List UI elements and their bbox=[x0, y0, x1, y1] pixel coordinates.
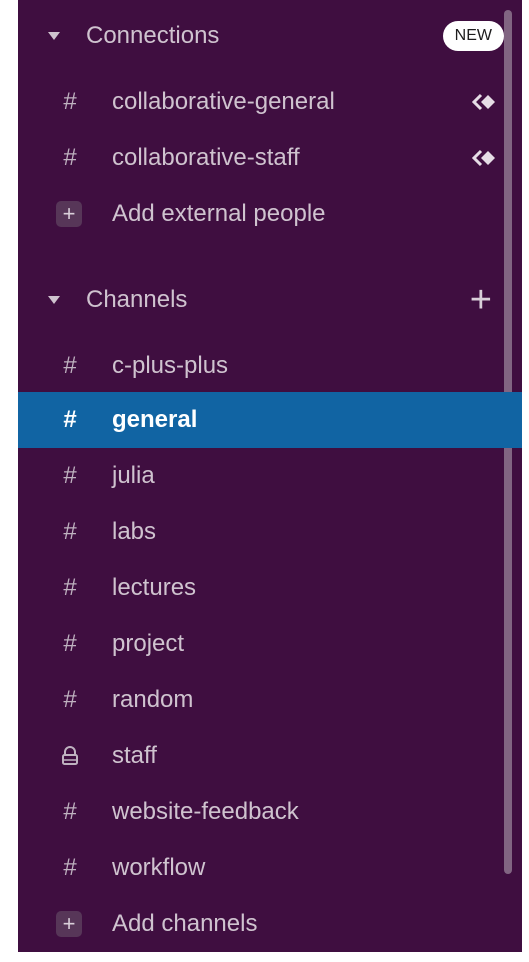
channel-sidebar: Connections NEW # collaborative-general … bbox=[18, 0, 522, 952]
channel-name: labs bbox=[112, 518, 157, 545]
hash-icon: # bbox=[63, 88, 77, 115]
new-badge: NEW bbox=[442, 21, 504, 51]
section-title: Connections bbox=[86, 22, 220, 49]
hash-icon: # bbox=[63, 406, 77, 433]
channel-name: staff bbox=[112, 742, 157, 769]
lock-icon bbox=[62, 746, 78, 765]
channel-item-workflow[interactable]: # workflow bbox=[18, 840, 522, 896]
channel-item-labs[interactable]: # labs bbox=[18, 504, 522, 560]
channel-name: project bbox=[112, 630, 185, 657]
channel-name: random bbox=[112, 686, 194, 713]
channel-name: website-feedback bbox=[112, 798, 299, 825]
add-external-people-button[interactable]: + Add external people bbox=[18, 186, 522, 242]
channel-name: collaborative-general bbox=[112, 88, 335, 115]
channel-item-website-feedback[interactable]: # website-feedback bbox=[18, 784, 522, 840]
shared-channel-icon bbox=[472, 93, 495, 111]
shared-channel-icon bbox=[472, 149, 495, 167]
section-header-connections[interactable]: Connections NEW bbox=[18, 8, 522, 64]
channel-item-general[interactable]: # general bbox=[18, 392, 522, 448]
hash-icon: # bbox=[63, 686, 77, 713]
channel-item-random[interactable]: # random bbox=[18, 672, 522, 728]
hash-icon: # bbox=[63, 144, 77, 171]
add-external-people-label: Add external people bbox=[112, 200, 326, 227]
channel-item-c-plus-plus[interactable]: # c-plus-plus bbox=[18, 338, 522, 394]
channel-name: lectures bbox=[112, 574, 197, 601]
add-channels-label: Add channels bbox=[112, 910, 258, 937]
hash-icon: # bbox=[63, 630, 77, 657]
hash-icon: # bbox=[63, 854, 77, 881]
hash-icon: # bbox=[63, 352, 77, 379]
hash-icon: # bbox=[63, 798, 77, 825]
channel-name: julia bbox=[112, 462, 155, 489]
hash-icon: # bbox=[63, 518, 77, 545]
plus-icon: + bbox=[56, 201, 82, 227]
channel-item-collaborative-staff[interactable]: # collaborative-staff bbox=[18, 130, 522, 186]
section-header-channels[interactable]: Channels + bbox=[18, 272, 522, 328]
add-channels-button[interactable]: + Add channels bbox=[18, 896, 522, 952]
channel-name: c-plus-plus bbox=[112, 352, 229, 379]
channel-name: workflow bbox=[112, 854, 206, 881]
channel-item-julia[interactable]: # julia bbox=[18, 448, 522, 504]
plus-icon: + bbox=[56, 911, 82, 937]
hash-icon: # bbox=[63, 574, 77, 601]
hash-icon: # bbox=[63, 462, 77, 489]
channel-name: general bbox=[112, 406, 198, 433]
caret-down-icon[interactable] bbox=[48, 296, 60, 304]
channel-name: collaborative-staff bbox=[112, 144, 300, 171]
channel-item-staff[interactable]: staff bbox=[18, 728, 522, 784]
caret-down-icon[interactable] bbox=[48, 32, 60, 40]
section-title: Channels bbox=[86, 286, 188, 313]
add-channel-plus-icon[interactable]: + bbox=[470, 281, 492, 319]
channel-item-project[interactable]: # project bbox=[18, 616, 522, 672]
channel-item-collaborative-general[interactable]: # collaborative-general bbox=[18, 74, 522, 130]
channel-item-lectures[interactable]: # lectures bbox=[18, 560, 522, 616]
